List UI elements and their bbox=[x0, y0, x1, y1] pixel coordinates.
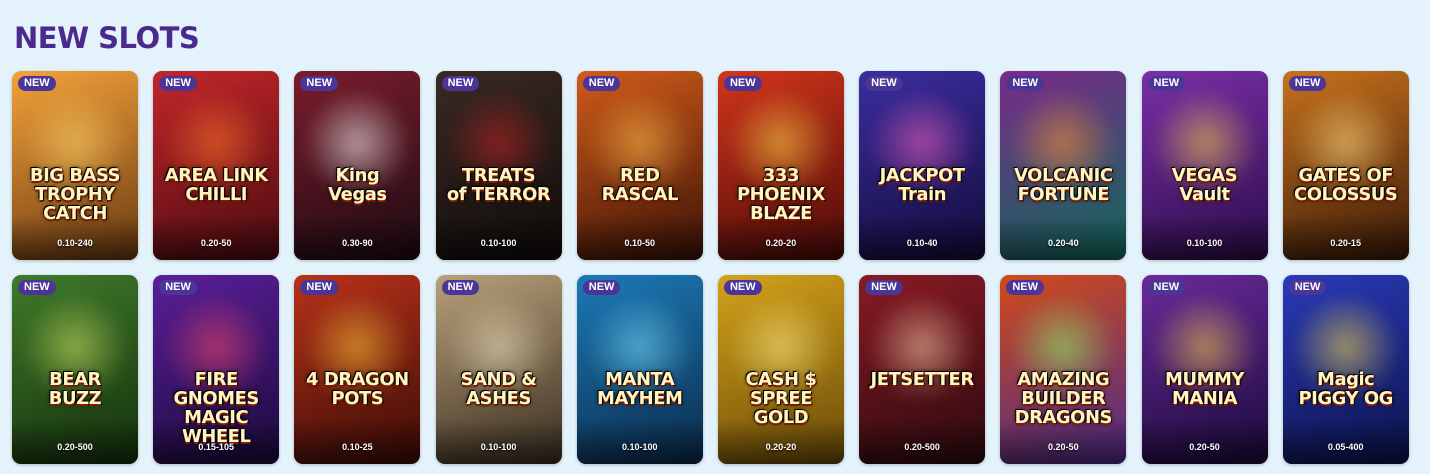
game-tile[interactable]: NEW AMAZING BUILDER DRAGONS 0.20-50 bbox=[1000, 275, 1127, 464]
game-logo-text: 4 DRAGON POTS bbox=[306, 369, 409, 409]
game-logo-text: MANTA MAYHEM bbox=[597, 369, 683, 409]
stake-range: 0.30-90 bbox=[342, 238, 373, 248]
new-badge: NEW bbox=[18, 76, 56, 91]
stake-range: 0.20-50 bbox=[1048, 442, 1079, 452]
stake-range: 0.20-40 bbox=[1048, 238, 1079, 248]
game-tile[interactable]: NEW BIG BASS TROPHY CATCH 0.10-240 bbox=[12, 71, 138, 260]
game-tile[interactable]: NEW GATES OF COLOSSUS 0.20-15 bbox=[1282, 71, 1409, 260]
new-badge: NEW bbox=[300, 280, 339, 295]
stake-range: 0.20-500 bbox=[57, 442, 93, 452]
new-badge: NEW bbox=[865, 280, 903, 295]
stake-range: 0.20-20 bbox=[765, 238, 797, 248]
stake-range: 0.10-100 bbox=[1186, 238, 1223, 248]
game-tile[interactable]: NEW Magic PIGGY OG 0.05-400 bbox=[1282, 275, 1409, 464]
game-logo-text: VOLCANIC FORTUNE bbox=[1014, 165, 1113, 205]
section-title: NEW SLOTS bbox=[14, 21, 200, 55]
stake-range: 0.20-15 bbox=[1330, 238, 1361, 248]
game-tile[interactable]: NEW JETSETTER 0.20-500 bbox=[859, 275, 986, 464]
game-logo-text: CASH $ SPREE GOLD bbox=[745, 369, 817, 428]
new-badge: NEW bbox=[1288, 76, 1327, 91]
game-tile[interactable]: NEW FIRE GNOMES MAGIC WHEEL 0.15-105 bbox=[153, 275, 280, 464]
game-logo-text: AREA LINK CHILLI bbox=[164, 165, 268, 205]
game-logo-text: RED RASCAL bbox=[601, 165, 679, 205]
game-tile[interactable]: NEW RED RASCAL 0.10-50 bbox=[576, 71, 703, 260]
game-tile[interactable]: NEW 333 PHOENIX BLAZE 0.20-20 bbox=[717, 71, 844, 260]
stake-range: 0.10-100 bbox=[621, 442, 658, 452]
game-logo-text: FIRE GNOMES MAGIC WHEEL bbox=[173, 369, 260, 447]
game-logo-text: VEGAS Vault bbox=[1171, 165, 1238, 205]
game-tile[interactable]: NEW CASH $ SPREE GOLD 0.20-20 bbox=[717, 275, 844, 464]
game-logo-text: Magic PIGGY OG bbox=[1298, 369, 1393, 409]
new-badge: NEW bbox=[1147, 280, 1186, 295]
game-logo-text: JETSETTER bbox=[870, 369, 975, 390]
stake-range: 0.10-25 bbox=[342, 442, 373, 452]
game-logo-text: MUMMY MANIA bbox=[1165, 369, 1244, 409]
game-tile[interactable]: NEW VEGAS Vault 0.10-100 bbox=[1141, 71, 1268, 260]
game-tile[interactable]: NEW King Vegas 0.30-90 bbox=[294, 71, 421, 260]
new-badge: NEW bbox=[1006, 280, 1044, 295]
game-tile[interactable]: NEW MANTA MAYHEM 0.10-100 bbox=[576, 275, 703, 464]
stake-range: 0.10-50 bbox=[624, 238, 656, 248]
game-logo-text: 333 PHOENIX BLAZE bbox=[736, 165, 826, 224]
game-tile[interactable]: NEW JACKPOT Train 0.10-40 bbox=[859, 71, 986, 260]
new-badge: NEW bbox=[18, 280, 56, 295]
game-tile[interactable]: NEW BEAR BUZZ 0.20-500 bbox=[12, 275, 138, 464]
stake-range: 0.10-240 bbox=[57, 238, 93, 248]
new-badge: NEW bbox=[865, 76, 903, 91]
game-logo-text: GATES OF COLOSSUS bbox=[1294, 165, 1398, 205]
stake-range: 0.15-105 bbox=[198, 442, 234, 452]
new-badge: NEW bbox=[582, 76, 621, 91]
game-logo-text: AMAZING BUILDER DRAGONS bbox=[1014, 369, 1113, 428]
new-badge: NEW bbox=[441, 280, 480, 295]
new-badge: NEW bbox=[159, 76, 197, 91]
game-logo-text: BEAR BUZZ bbox=[48, 369, 102, 409]
game-tile[interactable]: NEW SAND & ASHES 0.10-100 bbox=[435, 275, 562, 464]
game-grid: NEW BIG BASS TROPHY CATCH 0.10-240 NEW AREA … bbox=[12, 71, 1412, 464]
new-badge: NEW bbox=[723, 280, 762, 295]
new-badge: NEW bbox=[300, 76, 339, 91]
stake-range: 0.20-20 bbox=[765, 442, 797, 452]
game-tile[interactable]: NEW TREATS of TERROR 0.10-100 bbox=[435, 71, 562, 260]
new-badge: NEW bbox=[582, 280, 621, 295]
game-logo-text: TREATS of TERROR bbox=[446, 165, 551, 205]
new-badge: NEW bbox=[723, 76, 762, 91]
new-badge: NEW bbox=[159, 280, 197, 295]
stake-range: 0.10-100 bbox=[480, 442, 517, 452]
game-tile[interactable]: NEW MUMMY MANIA 0.20-50 bbox=[1141, 275, 1268, 464]
stake-range: 0.20-50 bbox=[1189, 442, 1220, 452]
stake-range: 0.20-50 bbox=[200, 238, 232, 248]
game-logo-text: King Vegas bbox=[328, 165, 387, 205]
stake-range: 0.20-500 bbox=[904, 442, 940, 452]
game-logo-text: JACKPOT Train bbox=[879, 165, 966, 205]
game-logo-text: BIG BASS TROPHY CATCH bbox=[29, 165, 121, 224]
stake-range: 0.10-100 bbox=[480, 238, 517, 248]
new-badge: NEW bbox=[1147, 76, 1186, 91]
game-logo-text: SAND & ASHES bbox=[460, 369, 537, 409]
stake-range: 0.05-400 bbox=[1327, 442, 1364, 452]
new-badge: NEW bbox=[1288, 280, 1327, 295]
game-tile[interactable]: NEW VOLCANIC FORTUNE 0.20-40 bbox=[1000, 71, 1127, 260]
game-tile[interactable]: NEW AREA LINK CHILLI 0.20-50 bbox=[153, 71, 280, 260]
new-badge: NEW bbox=[1006, 76, 1044, 91]
stake-range: 0.10-40 bbox=[906, 238, 938, 248]
new-badge: NEW bbox=[441, 76, 480, 91]
game-tile[interactable]: NEW 4 DRAGON POTS 0.10-25 bbox=[294, 275, 421, 464]
